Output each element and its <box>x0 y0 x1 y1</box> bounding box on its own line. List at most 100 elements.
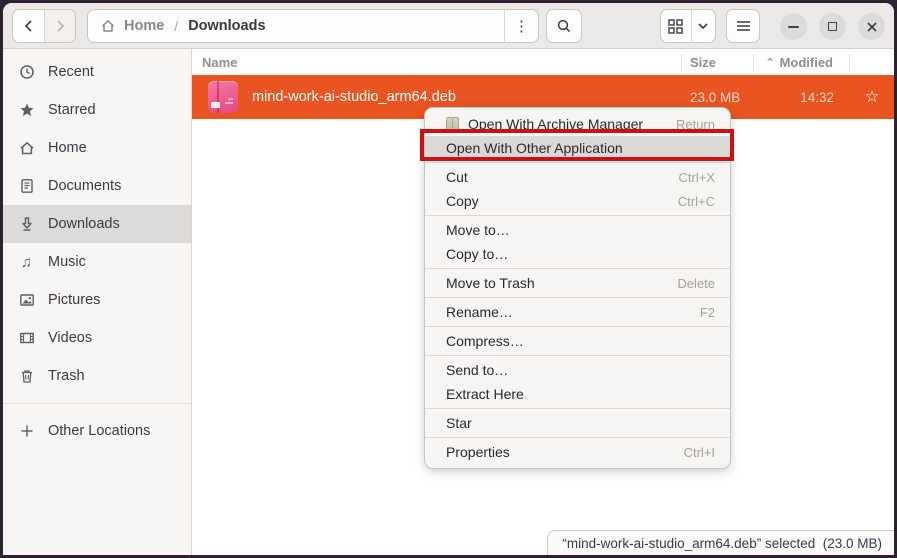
sidebar-item-home[interactable]: Home <box>3 129 191 167</box>
menu-item-move-to[interactable]: Move to… <box>425 218 730 242</box>
sidebar-item-documents[interactable]: Documents <box>3 167 191 205</box>
column-header-name[interactable]: Name <box>192 55 681 70</box>
menu-item-accel: Ctrl+X <box>679 170 715 185</box>
menu-item-compress[interactable]: Compress… <box>425 329 730 353</box>
sidebar-item-label: Music <box>48 254 86 270</box>
home-icon <box>18 140 35 157</box>
minimize-button[interactable] <box>780 13 807 40</box>
sidebar-item-pictures[interactable]: Pictures <box>3 281 191 319</box>
sidebar-item-starred[interactable]: Starred <box>3 91 191 129</box>
search-button[interactable] <box>546 9 582 43</box>
menu-separator <box>425 162 730 163</box>
download-icon <box>18 216 35 233</box>
close-button[interactable] <box>858 13 885 40</box>
sidebar-item-label: Recent <box>48 64 94 80</box>
menu-item-open-with-other-application[interactable]: Open With Other Application <box>425 136 730 160</box>
menu-item-accel: Delete <box>677 276 715 291</box>
status-bar-text: “mind-work-ai-studio_arm64.deb” selected… <box>562 536 882 551</box>
column-divider <box>849 54 850 70</box>
header-bar: Home / Downloads ⋮ <box>3 3 894 49</box>
sidebar-item-other-locations[interactable]: Other Locations <box>3 412 191 450</box>
home-breadcrumb-icon <box>100 18 116 34</box>
breadcrumb-home[interactable]: Home <box>124 18 164 34</box>
menu-item-open-with-archive-manager[interactable]: Open With Archive Manager Return <box>425 112 730 136</box>
star-outline-icon[interactable]: ☆ <box>850 87 894 107</box>
minimize-icon <box>788 26 799 28</box>
vertical-dots-icon: ⋮ <box>514 17 529 35</box>
sidebar-item-videos[interactable]: Videos <box>3 319 191 357</box>
maximize-icon <box>828 22 837 31</box>
menu-item-extract-here[interactable]: Extract Here <box>425 382 730 406</box>
sidebar-item-label: Other Locations <box>48 423 150 439</box>
sidebar-item-label: Downloads <box>48 216 120 232</box>
menu-item-properties[interactable]: Properties Ctrl+I <box>425 440 730 464</box>
menu-item-label: Compress… <box>446 333 715 349</box>
sidebar-item-downloads[interactable]: Downloads <box>3 205 191 243</box>
menu-item-cut[interactable]: Cut Ctrl+X <box>425 165 730 189</box>
sidebar-item-recent[interactable]: Recent <box>3 53 191 91</box>
chevron-down-icon <box>697 20 709 32</box>
clock-icon <box>18 64 35 81</box>
forward-button[interactable] <box>44 10 75 42</box>
menu-item-star[interactable]: Star <box>425 411 730 435</box>
menu-separator <box>425 437 730 438</box>
sidebar-item-label: Documents <box>48 178 121 194</box>
column-header-modified-label: Modified <box>780 55 833 70</box>
menu-item-label: Star <box>446 415 715 431</box>
sidebar-item-label: Starred <box>48 102 96 118</box>
menu-separator <box>425 215 730 216</box>
menu-item-move-to-trash[interactable]: Move to Trash Delete <box>425 271 730 295</box>
picture-icon <box>18 292 35 309</box>
sidebar-item-label: Trash <box>48 368 85 384</box>
context-menu: Open With Archive Manager Return Open Wi… <box>424 107 731 469</box>
menu-item-label: Copy to… <box>446 246 715 262</box>
back-button[interactable] <box>13 10 44 42</box>
menu-item-rename[interactable]: Rename… F2 <box>425 300 730 324</box>
hamburger-menu-button[interactable] <box>726 9 760 43</box>
breadcrumb-current[interactable]: Downloads <box>188 18 265 34</box>
maximize-button[interactable] <box>819 13 846 40</box>
archive-manager-icon <box>446 117 459 132</box>
plus-icon <box>18 423 35 440</box>
menu-item-copy[interactable]: Copy Ctrl+C <box>425 189 730 213</box>
file-size: 23.0 MB <box>682 90 754 105</box>
menu-item-send-to[interactable]: Send to… <box>425 358 730 382</box>
sidebar-item-trash[interactable]: Trash <box>3 357 191 395</box>
grid-view-button[interactable] <box>661 10 691 42</box>
column-header-size[interactable]: Size <box>682 55 753 70</box>
menu-item-label: Send to… <box>446 362 715 378</box>
file-name: mind-work-ai-studio_arm64.deb <box>252 89 456 105</box>
nav-buttons <box>12 9 76 43</box>
column-header-modified[interactable]: ⌃ Modified <box>754 55 849 70</box>
film-icon <box>18 330 35 347</box>
grid-view-icon <box>668 19 683 34</box>
music-note-icon: ♫ <box>18 254 35 271</box>
menu-item-accel: F2 <box>700 305 715 320</box>
menu-separator <box>425 297 730 298</box>
sidebar-item-music[interactable]: ♫ Music <box>3 243 191 281</box>
menu-item-copy-to[interactable]: Copy to… <box>425 242 730 266</box>
document-icon <box>18 178 35 195</box>
menu-separator <box>425 408 730 409</box>
location-menu-button[interactable]: ⋮ <box>504 10 538 42</box>
trash-icon <box>18 368 35 385</box>
hamburger-icon <box>736 20 751 32</box>
menu-item-label: Extract Here <box>446 386 715 402</box>
menu-item-label: Properties <box>446 444 684 460</box>
sidebar-separator <box>3 403 191 404</box>
menu-item-accel: Ctrl+I <box>684 445 715 460</box>
menu-separator <box>425 268 730 269</box>
star-icon <box>18 102 35 119</box>
view-options-button[interactable] <box>691 10 715 42</box>
path-bar[interactable]: Home / Downloads ⋮ <box>87 9 539 43</box>
sidebar: Recent Starred Home Documents <box>3 49 192 555</box>
sort-ascending-icon: ⌃ <box>765 56 774 69</box>
back-icon <box>22 19 36 33</box>
sidebar-item-label: Pictures <box>48 292 100 308</box>
breadcrumb-separator: / <box>174 18 178 34</box>
menu-item-label: Open With Archive Manager <box>468 116 676 132</box>
menu-item-label: Cut <box>446 169 679 185</box>
menu-item-accel: Return <box>676 117 715 132</box>
menu-item-label: Open With Other Application <box>446 140 715 156</box>
sidebar-item-label: Home <box>48 140 87 156</box>
